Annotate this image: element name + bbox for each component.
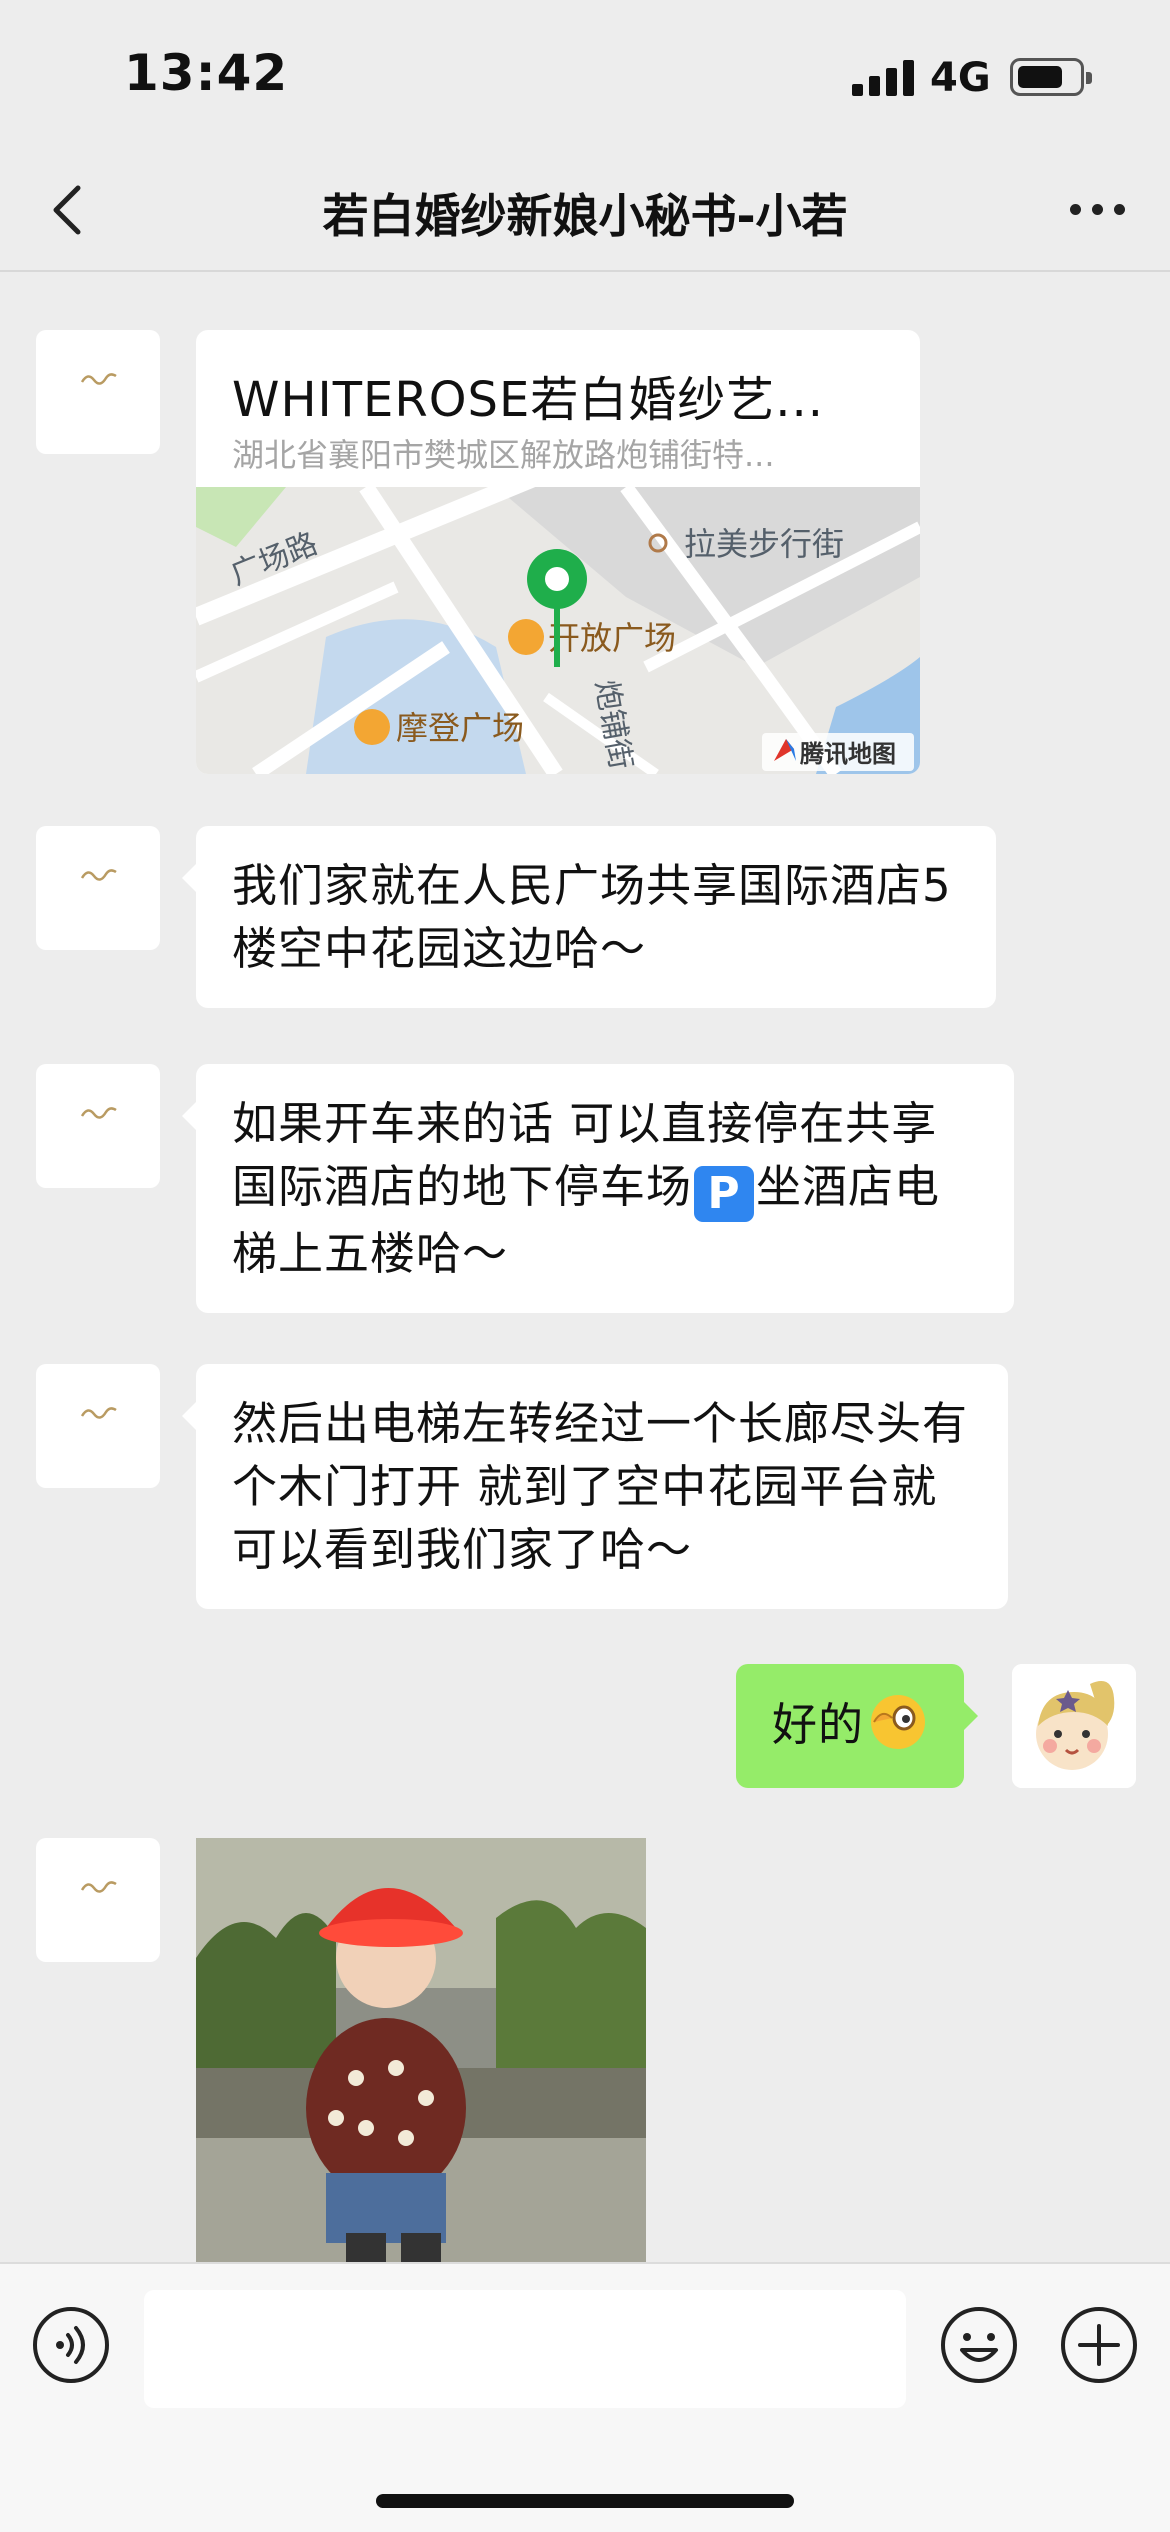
message-bubble[interactable]: 然后出电梯左转经过一个长廊尽头有个木门打开 就到了空中花园平台就可以看到我们家了…: [182, 1364, 1008, 1609]
map-label-modeng: 摩登广场: [396, 709, 524, 747]
input-bar: [0, 2262, 1170, 2532]
cartoon-girl-avatar: [1012, 1664, 1136, 1788]
back-button[interactable]: [40, 180, 100, 240]
message-text: 然后出电梯左转经过一个长廊尽头有个木门打开 就到了空中花园平台就可以看到我们家了…: [232, 1397, 969, 1576]
message-bubble[interactable]: 我们家就在人民广场共享国际酒店5楼空中花园这边哈～: [182, 826, 996, 1008]
plus-button[interactable]: [1058, 2304, 1140, 2386]
location-address: 湖北省襄阳市樊城区解放路炮铺街特...: [232, 436, 775, 474]
voice-button[interactable]: [30, 2304, 112, 2386]
toddler-with-red-bowl-hat-photo: [196, 1838, 646, 2268]
my-message-bubble[interactable]: 好的: [736, 1664, 979, 1788]
white-rose-logo: [80, 869, 117, 881]
white-rose-logo: [80, 1107, 117, 1119]
status-time: 13:42: [124, 44, 289, 102]
chat-header: 若白婚纱新娘小秘书-小若: [0, 150, 1170, 272]
emoji-button[interactable]: [938, 2304, 1020, 2386]
chat-title: 若白婚纱新娘小秘书-小若: [322, 189, 848, 243]
map-provider-label: 腾讯地图: [800, 740, 896, 768]
location-card[interactable]: WHITEROSE若白婚纱艺... 湖北省襄阳市樊城区解放路炮铺街特... 拉美…: [196, 330, 920, 774]
contact-avatar[interactable]: [36, 1364, 160, 1488]
location-title: WHITEROSE若白婚纱艺...: [232, 372, 825, 428]
photo-message[interactable]: [196, 1838, 646, 2268]
contact-avatar[interactable]: [36, 330, 160, 454]
white-rose-logo: [80, 1881, 117, 1893]
emoji-icon: [941, 2307, 1017, 2383]
plus-icon: [1061, 2307, 1137, 2383]
chevron-left-icon: [53, 185, 81, 235]
status-bar: 13:42 4G: [0, 0, 1170, 150]
network-label: 4G: [930, 55, 991, 101]
contact-avatar[interactable]: [36, 826, 160, 950]
more-button[interactable]: [1068, 194, 1128, 224]
home-indicator[interactable]: [376, 2494, 794, 2508]
battery-icon: [1010, 58, 1092, 96]
my-avatar[interactable]: [1012, 1664, 1136, 1788]
message-bubble[interactable]: 如果开车来的话 可以直接停在共享国际酒店的地下停车场 P 坐酒店电梯上五楼哈～: [182, 1064, 1014, 1313]
map-label-kaifang: 开放广场: [548, 619, 676, 657]
ok-hand-face-emoji: [871, 1695, 926, 1749]
voice-icon: [33, 2307, 109, 2383]
contact-avatar[interactable]: [36, 1838, 160, 1962]
map-label-pedestrian: 拉美步行街: [684, 525, 844, 563]
signal-icon: [852, 60, 916, 96]
parking-icon: P: [694, 1166, 755, 1222]
message-text: 好的: [772, 1698, 865, 1751]
contact-avatar[interactable]: [36, 1064, 160, 1188]
white-rose-logo: [80, 1407, 117, 1419]
message-text: 我们家就在人民广场共享国际酒店5楼空中花园这边哈～: [232, 859, 952, 975]
white-rose-logo: [80, 373, 117, 385]
location-map[interactable]: 拉美步行街 广场路 开放广场 摩登广场 炮铺街 腾讯地图: [196, 487, 920, 774]
message-input[interactable]: [144, 2290, 906, 2408]
